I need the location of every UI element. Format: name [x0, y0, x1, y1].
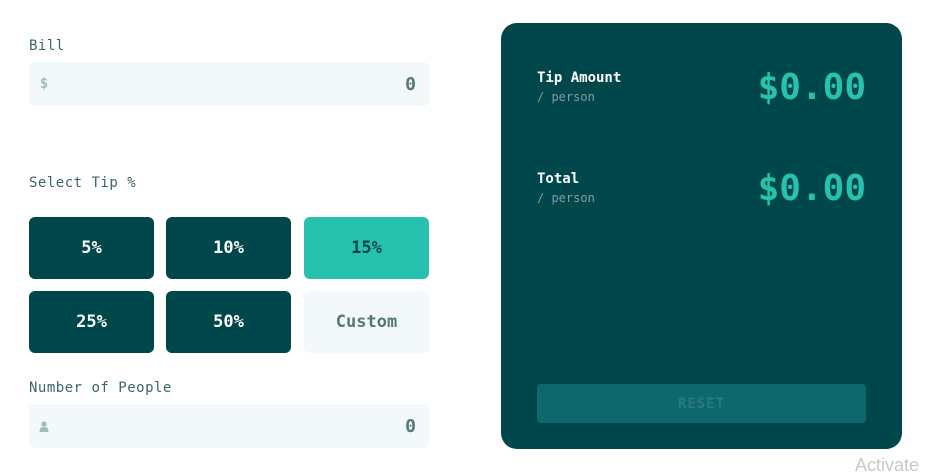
- tip-button-10[interactable]: 10%: [166, 217, 291, 279]
- results-panel: Tip Amount / person $0.00 Total / person…: [501, 23, 902, 449]
- total-title: Total: [537, 171, 580, 187]
- tip-button-25[interactable]: 25%: [29, 291, 154, 353]
- total-value: $0.00: [757, 168, 866, 209]
- calculator-inputs: Bill $ 0 Select Tip % 5% 10% 15% 25% 50%…: [29, 0, 429, 474]
- tip-amount-value: $0.00: [757, 67, 866, 108]
- person-icon: [37, 420, 51, 432]
- reset-button[interactable]: RESET: [537, 384, 866, 423]
- activate-windows-watermark: Activate: [855, 455, 920, 475]
- people-input[interactable]: 0: [29, 404, 429, 448]
- bill-label: Bill: [29, 38, 65, 54]
- dollar-icon: $: [39, 76, 49, 92]
- custom-tip-input[interactable]: Custom: [304, 291, 429, 353]
- tip-amount-per-person: / person: [537, 90, 595, 104]
- select-tip-label: Select Tip %: [29, 175, 137, 191]
- tip-amount-title: Tip Amount: [537, 70, 622, 86]
- people-label: Number of People: [29, 380, 172, 396]
- tip-button-50[interactable]: 50%: [166, 291, 291, 353]
- bill-input[interactable]: $ 0: [29, 62, 429, 106]
- bill-value[interactable]: 0: [405, 74, 416, 95]
- people-value[interactable]: 0: [405, 416, 416, 437]
- total-per-person: / person: [537, 191, 595, 205]
- tip-button-15[interactable]: 15%: [304, 217, 429, 279]
- tip-button-5[interactable]: 5%: [29, 217, 154, 279]
